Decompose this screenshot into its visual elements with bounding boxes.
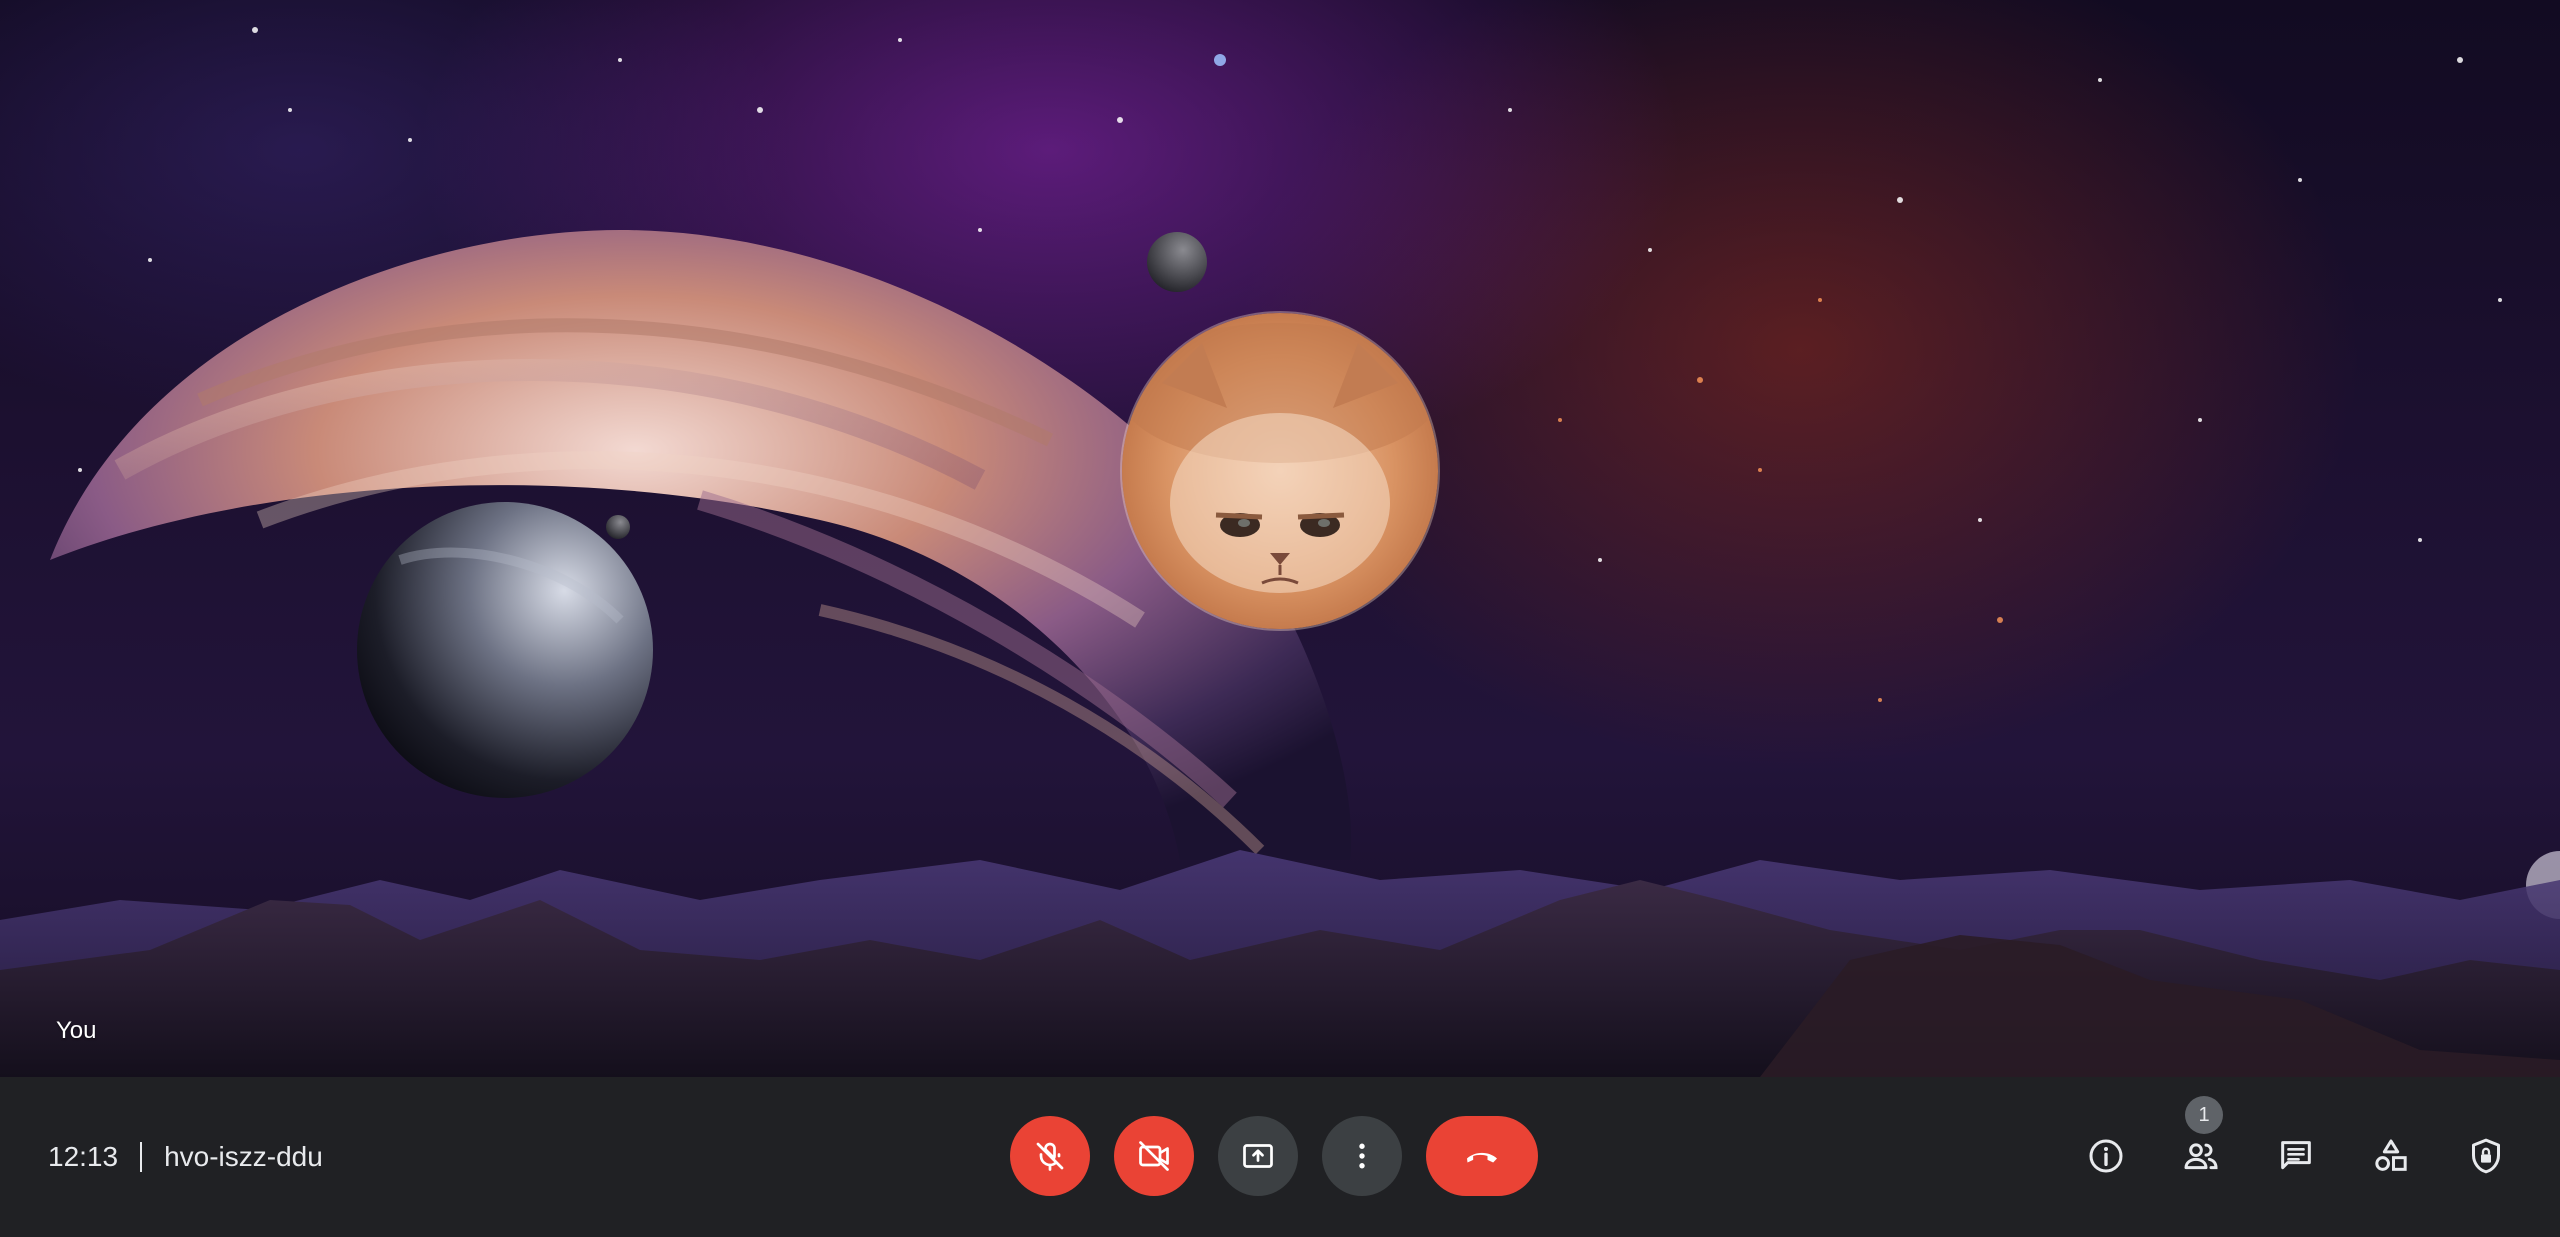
more-vert-icon — [1359, 1143, 1365, 1169]
shield-lock-icon — [2472, 1138, 2500, 1174]
activities-icon — [2375, 1139, 2407, 1171]
participant-count-badge: 1 — [2185, 1096, 2223, 1134]
mic-off-icon — [1036, 1142, 1064, 1171]
more-options-button[interactable] — [1322, 1116, 1402, 1196]
meeting-code: hvo-iszz-ddu — [164, 1141, 323, 1172]
details-divider — [140, 1142, 143, 1172]
self-video-preview-bubble — [1122, 313, 1438, 629]
camera-toggle-button[interactable] — [1114, 1116, 1194, 1196]
current-time: 12:13 — [48, 1141, 119, 1172]
call-end-icon — [1467, 1152, 1497, 1163]
info-icon — [2089, 1139, 2123, 1173]
meeting-control-bar: 12:13 hvo-iszz-ddu 1 — [0, 1077, 2560, 1237]
side-panel-controls: 1 — [2066, 1096, 2526, 1196]
leave-call-button[interactable] — [1426, 1116, 1538, 1196]
people-icon — [2184, 1143, 2218, 1170]
participant-name-label: You — [56, 1017, 97, 1044]
activities-button[interactable] — [2351, 1116, 2431, 1196]
present-screen-icon — [1243, 1144, 1273, 1168]
microphone-toggle-button[interactable] — [1010, 1116, 1090, 1196]
chat-button[interactable] — [2256, 1116, 2336, 1196]
cat-face-image — [1122, 313, 1438, 629]
meet-window: You 12:13 hvo-iszz-ddu 1 — [0, 0, 2560, 1237]
present-now-button[interactable] — [1218, 1116, 1298, 1196]
self-video-tile: You — [0, 0, 2560, 1077]
host-controls-button[interactable] — [2446, 1116, 2526, 1196]
meeting-details: 12:13 hvo-iszz-ddu — [48, 1077, 323, 1237]
call-controls — [1010, 1116, 1538, 1196]
meeting-details-button[interactable] — [2066, 1116, 2146, 1196]
videocam-off-icon — [1139, 1141, 1169, 1171]
show-everyone-button[interactable]: 1 — [2161, 1096, 2241, 1196]
chat-icon — [2281, 1141, 2311, 1170]
